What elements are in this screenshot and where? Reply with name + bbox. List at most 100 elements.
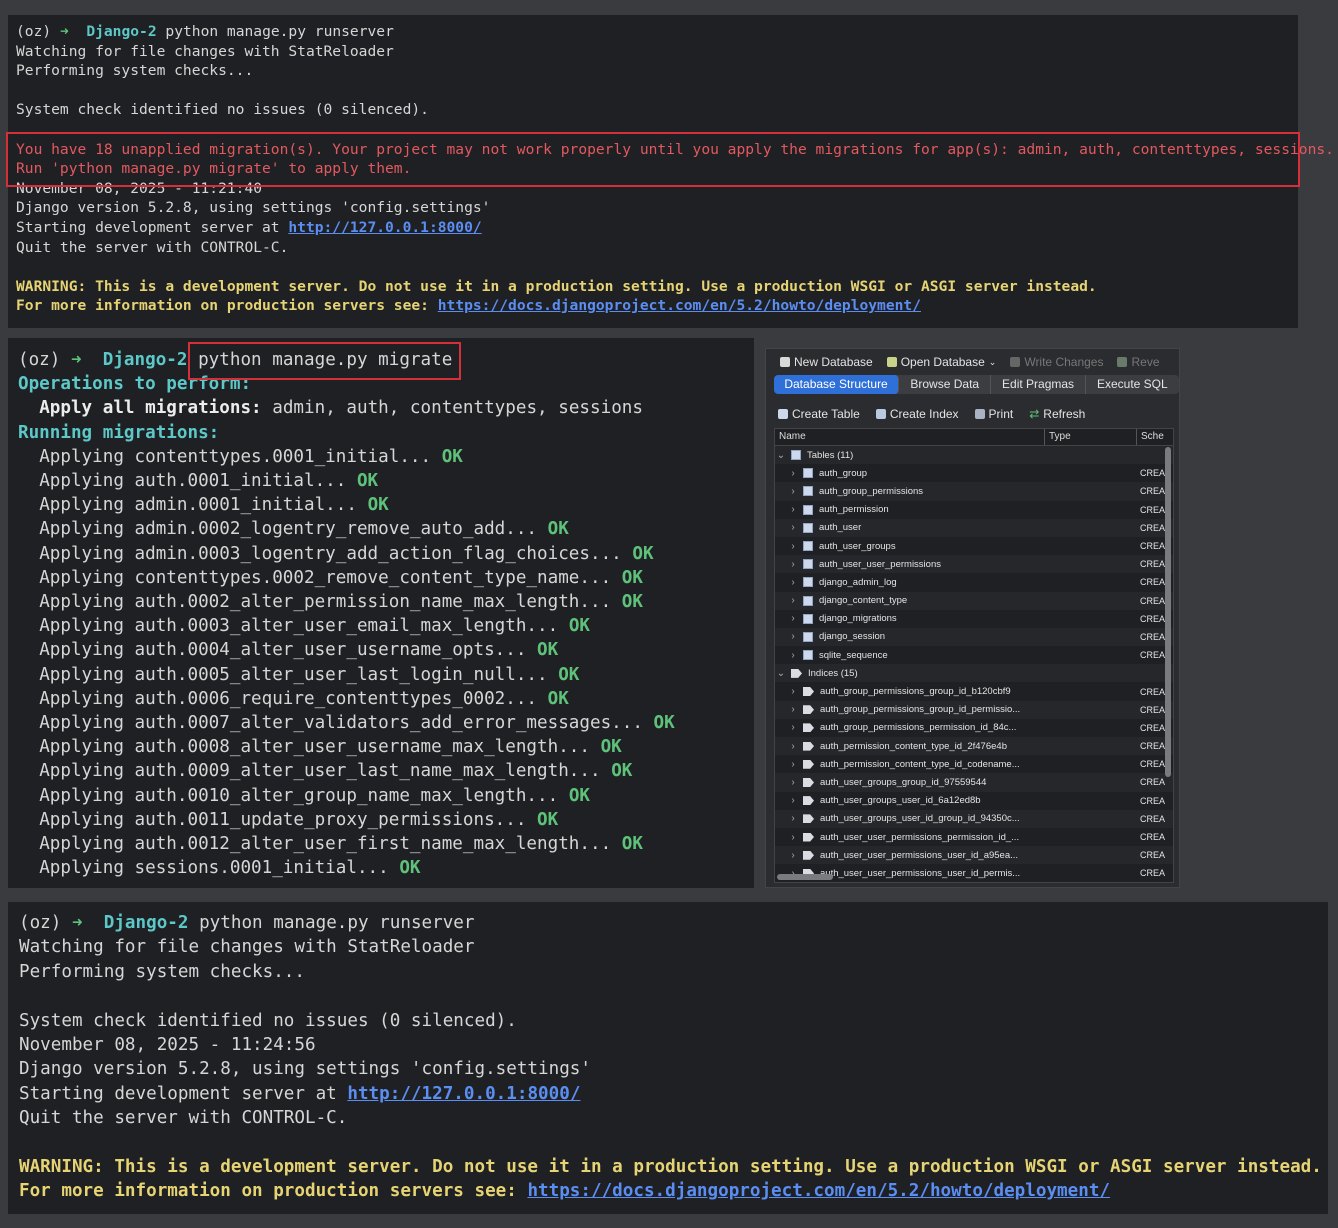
server-url-link[interactable]: http://127.0.0.1:8000/ <box>288 219 481 236</box>
ok-status: OK <box>547 688 569 709</box>
chevron-right-icon[interactable]: › <box>787 468 799 479</box>
chevron-right-icon[interactable]: › <box>787 741 799 752</box>
server-line: Starting development server at http://12… <box>16 218 1298 238</box>
ok-status: OK <box>568 616 590 637</box>
chevron-right-icon[interactable]: › <box>787 504 799 515</box>
tree-item[interactable]: › django_session CREA <box>775 627 1173 647</box>
tree-group[interactable]: ⌄ Tables (11) <box>775 446 1173 465</box>
tree-item[interactable]: › auth_permission CREA <box>775 501 1173 519</box>
chevron-right-icon[interactable]: › <box>787 577 799 588</box>
chevron-right-icon[interactable]: › <box>787 832 799 843</box>
tree-item[interactable]: › auth_permission_content_type_id_2f476e4… <box>775 737 1173 756</box>
write-changes-button[interactable]: Write Changes <box>1010 355 1103 369</box>
tree-item[interactable]: › auth_user_groups_user_id_6a12ed8b CREA <box>775 792 1173 810</box>
migration-name: Applying auth.0012_alter_user_first_name… <box>39 834 612 855</box>
tree-item[interactable]: › auth_group_permissions_permission_id_84… <box>775 719 1173 737</box>
tree-item[interactable]: › auth_group_permissions_group_id_b120cbf… <box>775 682 1173 700</box>
revert-icon <box>1117 357 1128 367</box>
server-url-link[interactable]: http://127.0.0.1:8000/ <box>347 1084 580 1104</box>
schema-preview: CREA <box>1140 759 1166 770</box>
tree-item[interactable]: › auth_group CREA <box>775 464 1173 482</box>
tree-item[interactable]: › auth_user_groups_user_id_group_id_94350… <box>775 809 1173 828</box>
chevron-right-icon[interactable]: › <box>787 722 799 733</box>
create-table-button[interactable]: Create Table <box>778 407 860 421</box>
schema-preview: CREA <box>1140 577 1166 588</box>
docs-link[interactable]: https://docs.djangoproject.com/en/5.2/ho… <box>438 297 921 314</box>
vertical-scrollbar[interactable] <box>1165 447 1171 777</box>
chevron-right-icon[interactable]: › <box>787 795 799 806</box>
table-icon <box>803 577 813 588</box>
schema-preview: CREA <box>1140 777 1166 788</box>
table-icon <box>803 559 813 570</box>
chevron-right-icon[interactable]: › <box>787 631 799 642</box>
chevron-right-icon[interactable]: › <box>787 595 799 606</box>
tab-edit-pragmas[interactable]: Edit Pragmas <box>991 375 1086 394</box>
item-name: django_admin_log <box>819 576 897 588</box>
tree-item[interactable]: › auth_user_user_permissions CREA <box>775 555 1173 574</box>
chevron-right-icon[interactable]: › <box>787 759 799 770</box>
chevron-right-icon[interactable]: › <box>787 559 799 570</box>
chevron-down-icon[interactable]: ⌄ <box>775 668 787 679</box>
tree-item[interactable]: › auth_permission_content_type_id_codenam… <box>775 755 1173 773</box>
schema-preview: CREA <box>1140 613 1166 624</box>
schema-preview: CREA <box>1140 468 1166 479</box>
tree-item[interactable]: › auth_group_permissions CREA <box>775 482 1173 501</box>
new-database-button[interactable]: New Database <box>780 355 873 369</box>
print-button[interactable]: Print <box>974 407 1013 421</box>
chevron-right-icon[interactable]: › <box>787 850 799 861</box>
tree-item[interactable]: › django_admin_log CREA <box>775 573 1173 591</box>
info-prefix: For more information on production serve… <box>16 297 438 315</box>
tree-item[interactable]: › auth_user_user_permissions_permission_i… <box>775 828 1173 846</box>
column-type-header[interactable]: Type <box>1045 429 1137 445</box>
horizontal-scrollbar[interactable] <box>777 874 833 880</box>
tree-item[interactable]: › auth_group_permissions_group_id_permiss… <box>775 700 1173 719</box>
tree-item[interactable]: › sqlite_sequence CREA <box>775 646 1173 664</box>
chevron-right-icon[interactable]: › <box>787 541 799 552</box>
migration-line: Applying contenttypes.0001_initial... OK <box>18 445 754 469</box>
table-icon <box>803 595 813 606</box>
chevron-right-icon[interactable]: › <box>787 650 799 661</box>
item-name: auth_user_groups_user_id_6a12ed8b <box>820 795 981 807</box>
tree-item[interactable]: › auth_user_groups_group_id_97559544 CREA <box>775 773 1173 792</box>
chevron-right-icon[interactable]: › <box>787 686 799 697</box>
prompt-arrow-icon: ➜ <box>59 23 69 40</box>
chevron-down-icon[interactable]: ⌄ <box>775 450 787 461</box>
create-index-label: Create Index <box>889 407 959 421</box>
tab-database-structure[interactable]: Database Structure <box>774 375 900 394</box>
refresh-button[interactable]: ⇄ Refresh <box>1029 407 1085 421</box>
create-index-button[interactable]: Create Index <box>875 407 959 421</box>
chevron-right-icon[interactable]: › <box>787 777 799 788</box>
docs-link[interactable]: https://docs.djangoproject.com/en/5.2/ho… <box>527 1181 1110 1201</box>
tab-execute-sql[interactable]: Execute SQL <box>1086 375 1179 394</box>
revert-changes-button[interactable]: Reve <box>1117 355 1160 369</box>
column-schema-header[interactable]: Sche <box>1137 429 1167 445</box>
tree-group[interactable]: ⌄ Indices (15) <box>775 664 1173 683</box>
quit-line: Quit the server with CONTROL-C. <box>16 238 289 256</box>
prompt-directory: Django-2 <box>103 913 189 933</box>
chevron-right-icon[interactable]: › <box>787 813 799 824</box>
migration-line: Applying auth.0012_alter_user_first_name… <box>18 832 754 856</box>
tree-item[interactable]: ›auth_user_user_permissions_user_id_perm… <box>775 864 1173 882</box>
chevron-right-icon[interactable]: › <box>787 704 799 715</box>
tab-browse-data[interactable]: Browse Data <box>899 375 992 394</box>
schema-preview: CREA <box>1140 631 1166 642</box>
index-icon <box>803 741 814 751</box>
tree-item[interactable]: › django_content_type CREA <box>775 591 1173 610</box>
migration-name: Applying auth.0010_alter_group_name_max_… <box>39 785 559 806</box>
table-icon <box>803 504 813 515</box>
tree-item[interactable]: › auth_user CREA <box>775 518 1173 537</box>
chevron-right-icon[interactable]: › <box>787 613 799 624</box>
chevron-right-icon[interactable]: › <box>787 522 799 533</box>
schema-preview: CREA <box>1140 868 1166 879</box>
output-line: Performing system checks... <box>16 62 254 80</box>
open-database-button[interactable]: Open Database ⌄ <box>886 355 996 369</box>
tree-item[interactable]: › auth_user_user_permissions_user_id_a95e… <box>775 846 1173 865</box>
ok-status: OK <box>537 809 559 830</box>
chevron-right-icon[interactable]: › <box>787 486 799 497</box>
tree-item[interactable]: › auth_user_groups CREA <box>775 537 1173 555</box>
print-icon <box>974 409 985 419</box>
schema-tree[interactable]: Name Type Sche ⌄ Tables (11) › auth_group CR… <box>774 428 1174 883</box>
column-name-header[interactable]: Name <box>775 429 1045 445</box>
tree-item[interactable]: › django_migrations CREA <box>775 610 1173 628</box>
operations-heading: Operations to perform: <box>18 374 252 395</box>
